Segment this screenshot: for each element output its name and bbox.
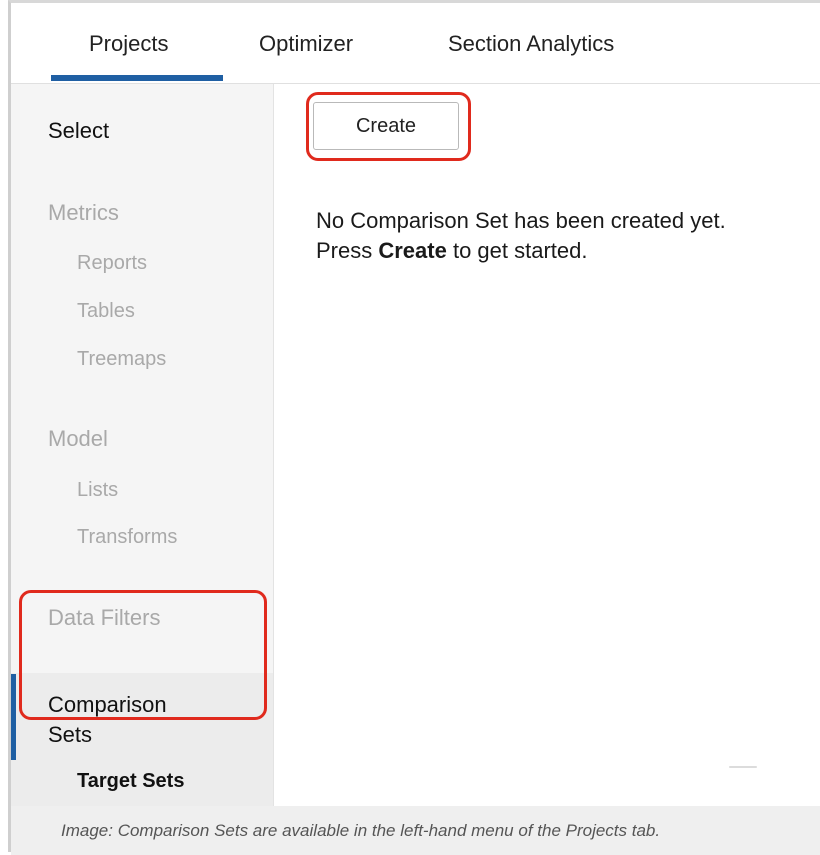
- tab-optimizer[interactable]: Optimizer: [259, 31, 353, 57]
- sidebar-group-metrics[interactable]: Metrics: [48, 200, 119, 226]
- empty-state-suffix: to get started.: [446, 238, 588, 263]
- empty-state-message: No Comparison Set has been created yet. …: [316, 206, 726, 266]
- app-frame: Projects Optimizer Section Analytics Sel…: [8, 0, 820, 855]
- decorative-mark: [729, 766, 757, 768]
- sidebar-active-indicator: [11, 674, 16, 760]
- sidebar-item-reports[interactable]: Reports: [77, 252, 147, 275]
- tab-section-analytics[interactable]: Section Analytics: [448, 31, 614, 57]
- tab-projects[interactable]: Projects: [89, 31, 168, 57]
- sidebar-item-target-sets[interactable]: Target Sets: [77, 770, 184, 793]
- empty-state-line1: No Comparison Set has been created yet.: [316, 208, 726, 233]
- active-tab-indicator: [51, 75, 223, 81]
- highlight-box-create: [306, 92, 471, 161]
- comparison-sets-label-line2: Sets: [48, 722, 93, 747]
- sidebar-item-lists[interactable]: Lists: [77, 479, 118, 502]
- empty-state-create-word: Create: [378, 238, 447, 263]
- tab-bar: Projects Optimizer Section Analytics: [11, 3, 820, 84]
- sidebar-item-tables[interactable]: Tables: [77, 300, 135, 323]
- image-caption: Image: Comparison Sets are available in …: [11, 806, 820, 855]
- sidebar-item-transforms[interactable]: Transforms: [77, 526, 177, 549]
- empty-state-prefix: Press: [316, 238, 379, 263]
- sidebar-item-select[interactable]: Select: [48, 118, 109, 144]
- sidebar-item-treemaps[interactable]: Treemaps: [77, 348, 166, 371]
- caption-text: Image: Comparison Sets are available in …: [61, 820, 661, 840]
- highlight-box-comparison-sets: [19, 590, 267, 720]
- sidebar-group-model[interactable]: Model: [48, 426, 108, 452]
